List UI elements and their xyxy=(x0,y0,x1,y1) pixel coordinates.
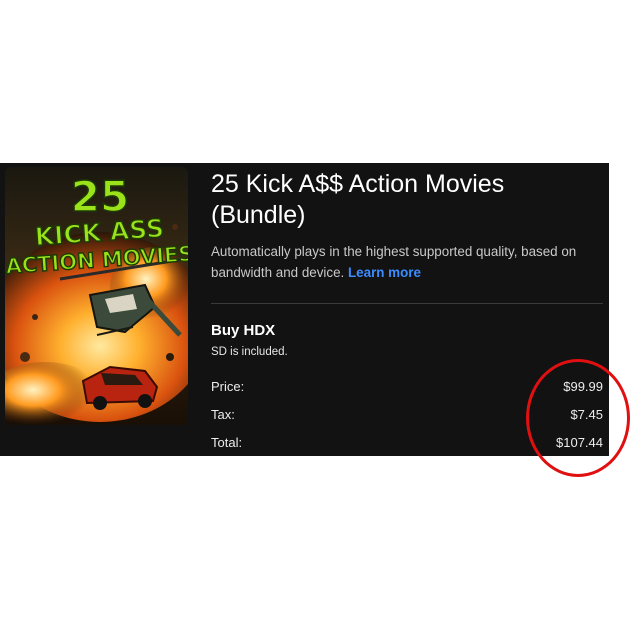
poster-artwork: 25 KICK ASS ACTION MOVIES xyxy=(5,167,188,425)
total-value: $107.44 xyxy=(556,435,603,450)
poster-line-1: 25 xyxy=(71,172,129,221)
price-label: Price: xyxy=(211,379,245,394)
buy-hdx-option[interactable]: Buy HDX xyxy=(211,322,275,339)
movie-poster[interactable]: 25 KICK ASS ACTION MOVIES xyxy=(5,167,188,425)
total-label: Total: xyxy=(211,435,243,450)
screenshot-canvas: 25 KICK ASS ACTION MOVIES 25 Kick A$$ Ac… xyxy=(0,0,640,640)
sd-included-note: SD is included. xyxy=(211,346,288,358)
movie-purchase-panel: 25 KICK ASS ACTION MOVIES 25 Kick A$$ Ac… xyxy=(0,163,609,456)
tax-label: Tax: xyxy=(211,407,235,422)
price-value: $99.99 xyxy=(563,379,603,394)
movie-title: 25 Kick A$$ Action Movies (Bundle) xyxy=(211,170,505,229)
learn-more-link[interactable]: Learn more xyxy=(348,265,421,280)
tax-value: $7.45 xyxy=(570,407,603,422)
section-divider xyxy=(211,303,603,304)
quality-description: Automatically plays in the highest suppo… xyxy=(211,241,601,283)
